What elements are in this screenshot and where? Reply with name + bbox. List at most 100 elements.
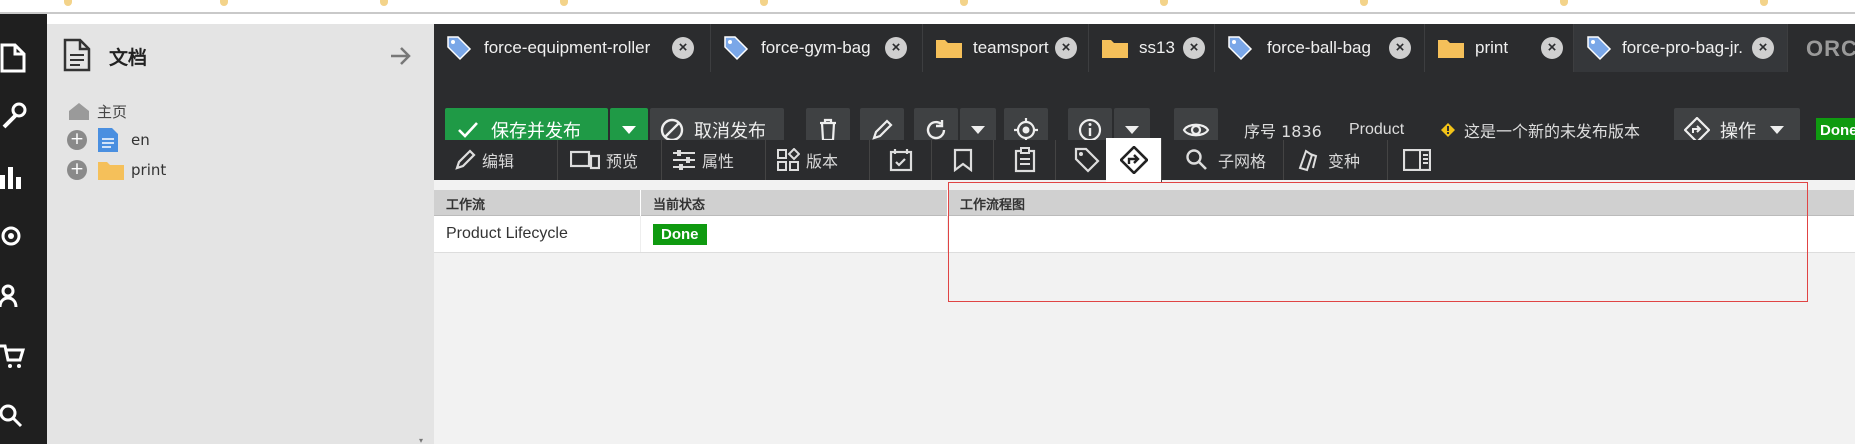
block-icon xyxy=(660,118,684,142)
widgets-icon xyxy=(777,148,800,171)
arrow-right-icon[interactable] xyxy=(389,46,413,66)
pencil-icon xyxy=(872,119,893,140)
close-icon[interactable]: × xyxy=(1055,37,1077,59)
tree-title: 文档 xyxy=(109,47,148,69)
trash-icon xyxy=(820,118,836,142)
tab-force-gym-bag[interactable]: force-gym-bag × xyxy=(711,24,923,72)
close-icon[interactable]: × xyxy=(885,37,907,59)
status-badge: Done xyxy=(1816,118,1855,142)
subtab-sidebar-toggle[interactable] xyxy=(1388,140,1446,180)
highlight-box xyxy=(948,182,1808,302)
nav-ecommerce[interactable] xyxy=(0,336,47,376)
subtab-schedule[interactable] xyxy=(870,140,932,180)
wrench-icon xyxy=(2,102,27,129)
bookmark-dot xyxy=(1560,0,1568,6)
tree-item-en[interactable]: + en xyxy=(67,128,150,152)
workflow-icon xyxy=(1119,146,1148,174)
scroll-down-icon[interactable]: ▾ xyxy=(419,436,431,445)
close-icon[interactable]: × xyxy=(1183,37,1205,59)
subtab-preview[interactable]: 预览 xyxy=(558,140,662,180)
bookmark-dot xyxy=(1160,0,1168,6)
folder-icon xyxy=(1438,40,1464,58)
tag-icon xyxy=(447,36,472,61)
folder-icon xyxy=(936,40,962,58)
bookmark-dot xyxy=(64,0,72,6)
document-icon xyxy=(63,38,91,72)
tag-icon xyxy=(1587,36,1612,61)
tab-force-equipment-roller[interactable]: force-equipment-roller × xyxy=(434,24,711,72)
subtab-versions[interactable]: 版本 xyxy=(766,140,870,180)
tag-outline-icon xyxy=(1074,147,1100,173)
bookmark-dot xyxy=(1760,0,1768,6)
folder-icon xyxy=(98,162,124,180)
brand-logo-fragment: ORC xyxy=(1806,36,1855,61)
nav-search[interactable] xyxy=(0,396,47,436)
tree-header: 文档 xyxy=(47,24,434,90)
tab-teamsport[interactable]: teamsport × xyxy=(923,24,1089,72)
subtab-notes[interactable] xyxy=(994,140,1056,180)
search-icon xyxy=(0,404,23,428)
expand-plus-icon[interactable]: + xyxy=(67,130,87,150)
devices-icon xyxy=(570,150,600,170)
gear-icon xyxy=(1,226,21,246)
column-current-state[interactable]: 当前状态 xyxy=(641,190,948,216)
subtab-variants[interactable]: 变种 xyxy=(1284,140,1388,180)
folder-icon xyxy=(1102,40,1128,58)
current-state-cell: Done xyxy=(641,216,948,252)
document-icon xyxy=(0,43,26,73)
nav-users[interactable] xyxy=(0,276,47,316)
caret-down-icon xyxy=(1125,126,1139,134)
close-icon[interactable]: × xyxy=(1541,37,1563,59)
bookmark-dot xyxy=(380,0,388,6)
home-icon xyxy=(69,103,89,120)
subtab-bar: 编辑 预览 属性 版本 子网格 变种 xyxy=(434,138,1855,182)
tab-bar: force-equipment-roller × force-gym-bag ×… xyxy=(434,24,1855,72)
check-icon xyxy=(458,122,478,138)
column-workflow[interactable]: 工作流 xyxy=(434,190,641,216)
document-icon xyxy=(98,128,118,152)
close-icon[interactable]: × xyxy=(672,37,694,59)
tree-item-print[interactable]: + print xyxy=(67,158,166,182)
caret-down-icon xyxy=(971,126,985,134)
close-icon[interactable]: × xyxy=(1389,37,1411,59)
variants-icon xyxy=(1298,149,1318,172)
bookmark-dot xyxy=(960,0,968,6)
tree-item-label: print xyxy=(131,161,167,179)
status-badge: Done xyxy=(653,223,707,245)
bar-chart-icon xyxy=(0,167,21,189)
tab-force-ball-bag[interactable]: force-ball-bag × xyxy=(1215,24,1425,72)
subtab-edit[interactable]: 编辑 xyxy=(454,140,558,180)
subtab-dependencies[interactable] xyxy=(932,140,994,180)
subtab-subgrid[interactable]: 子网格 xyxy=(1174,140,1284,180)
tree-item-home[interactable]: 主页 xyxy=(67,99,127,123)
browser-top-strip xyxy=(0,0,1855,14)
search-icon xyxy=(1186,149,1207,170)
subtab-properties[interactable]: 属性 xyxy=(662,140,766,180)
tree-item-label: 主页 xyxy=(97,102,128,121)
expand-plus-icon[interactable]: + xyxy=(67,160,87,180)
nav-reports[interactable] xyxy=(0,156,47,196)
workflow-name-cell: Product Lifecycle xyxy=(434,216,641,252)
bookmark-dot xyxy=(220,0,228,6)
tab-print[interactable]: print × xyxy=(1425,24,1574,72)
tab-force-pro-bag-jr[interactable]: force-pro-bag-jr. × xyxy=(1574,24,1788,72)
tab-ss13[interactable]: ss13 × xyxy=(1089,24,1215,72)
bookmark-dot xyxy=(760,0,768,6)
bookmark-dot xyxy=(1360,0,1368,6)
users-icon xyxy=(0,284,18,308)
main-nav-rail xyxy=(0,14,47,444)
nav-tools[interactable] xyxy=(0,96,47,136)
sliders-icon xyxy=(673,150,695,170)
cart-icon xyxy=(0,344,26,368)
tag-icon xyxy=(724,36,749,61)
main-editor: force-equipment-roller × force-gym-bag ×… xyxy=(434,24,1855,444)
pencil-icon xyxy=(455,149,476,170)
sidebar-icon xyxy=(1403,149,1431,171)
clipboard-icon xyxy=(1014,147,1035,173)
tree-item-label: en xyxy=(131,131,150,149)
nav-documents[interactable] xyxy=(0,38,47,78)
nav-settings[interactable] xyxy=(0,216,47,256)
close-icon[interactable]: × xyxy=(1752,37,1774,59)
subtab-workflow[interactable] xyxy=(1106,138,1162,182)
refresh-icon xyxy=(926,120,946,140)
